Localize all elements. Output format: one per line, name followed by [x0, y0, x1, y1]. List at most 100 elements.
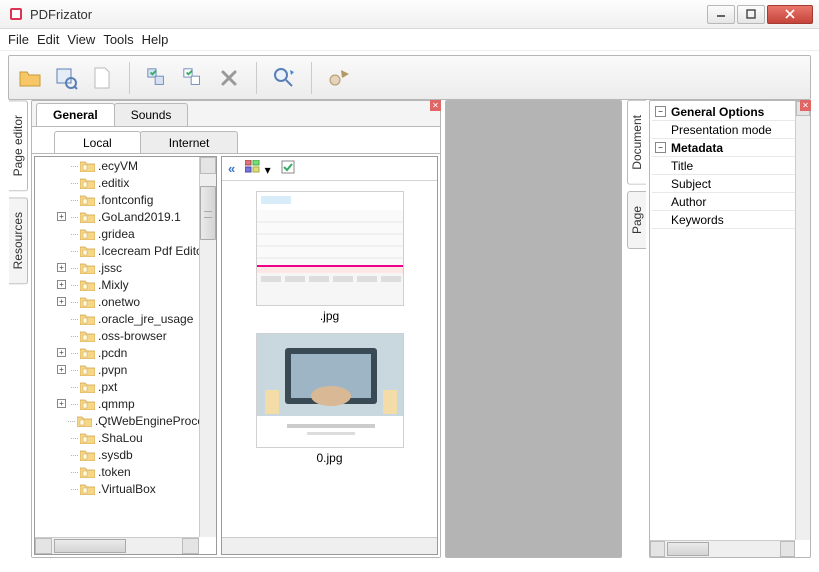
- preview-icon[interactable]: [271, 65, 297, 91]
- expand-icon[interactable]: +: [57, 399, 66, 408]
- prop-subject[interactable]: Subject: [669, 177, 711, 191]
- side-tab-page-editor[interactable]: Page editor: [9, 100, 28, 191]
- menu-file[interactable]: File: [8, 32, 29, 47]
- maximize-button[interactable]: [737, 5, 765, 24]
- back-icon[interactable]: «: [228, 161, 235, 176]
- side-tab-resources[interactable]: Resources: [9, 197, 28, 284]
- tree-item[interactable]: ····.editix: [35, 174, 216, 191]
- tree-item-label: .oss-browser: [98, 329, 167, 343]
- folder-icon: [80, 211, 95, 223]
- expand-icon[interactable]: +: [57, 297, 66, 306]
- folder-icon: [80, 364, 95, 376]
- expand-icon[interactable]: +: [57, 212, 66, 221]
- check-view-icon[interactable]: [281, 160, 295, 177]
- menu-tools[interactable]: Tools: [103, 32, 133, 47]
- thumbnail-caption: .jpg: [240, 309, 419, 323]
- menu-edit[interactable]: Edit: [37, 32, 59, 47]
- folder-icon: [80, 262, 95, 274]
- folder-tree[interactable]: ····.ecyVM····.editix····.fontconfig+···…: [34, 156, 217, 555]
- window-title: PDFrizator: [30, 7, 707, 22]
- tree-item[interactable]: ····.ecyVM: [35, 157, 216, 174]
- tree-item[interactable]: ····.sysdb: [35, 446, 216, 463]
- tab-sounds[interactable]: Sounds: [114, 103, 189, 126]
- new-page-icon[interactable]: [89, 65, 115, 91]
- tree-item[interactable]: ····.VirtualBox: [35, 480, 216, 497]
- tree-item-label: .VirtualBox: [98, 482, 156, 496]
- tree-item[interactable]: ····.QtWebEngineProcess: [35, 412, 216, 429]
- folder-icon: [80, 449, 95, 461]
- toolbar-separator: [129, 62, 130, 94]
- tree-item[interactable]: ····.oss-browser: [35, 327, 216, 344]
- subtab-internet[interactable]: Internet: [140, 131, 239, 154]
- expand-icon[interactable]: +: [57, 280, 66, 289]
- thumbnail-item[interactable]: .jpg: [240, 191, 419, 323]
- minimize-button[interactable]: [707, 5, 735, 24]
- subtab-local[interactable]: Local: [54, 131, 141, 154]
- tree-item[interactable]: +····.Mixly: [35, 276, 216, 293]
- props-vscrollbar[interactable]: [795, 101, 810, 540]
- menubar: File Edit View Tools Help: [0, 29, 819, 51]
- tree-item[interactable]: ····.gridea: [35, 225, 216, 242]
- menu-view[interactable]: View: [67, 32, 95, 47]
- tile-view-icon[interactable]: ▾: [245, 160, 270, 177]
- app-icon: [8, 6, 24, 22]
- tree-item[interactable]: +····.onetwo: [35, 293, 216, 310]
- scan-icon[interactable]: [53, 65, 79, 91]
- scroll-thumb[interactable]: [200, 186, 216, 240]
- tree-hscrollbar[interactable]: [35, 537, 199, 554]
- expand-icon[interactable]: +: [57, 365, 66, 374]
- folder-icon: [80, 296, 95, 308]
- scroll-thumb[interactable]: [54, 539, 126, 553]
- tree-item[interactable]: +····.pcdn: [35, 344, 216, 361]
- prop-title[interactable]: Title: [669, 159, 693, 173]
- deselect-icon[interactable]: [180, 65, 206, 91]
- tree-item[interactable]: ····.Icecream Pdf Editor: [35, 242, 216, 259]
- folder-icon: [80, 245, 95, 257]
- tree-item[interactable]: ····.token: [35, 463, 216, 480]
- tab-general[interactable]: General: [36, 103, 115, 126]
- prop-author[interactable]: Author: [669, 195, 706, 209]
- property-grid[interactable]: −General Options Presentation mode −Meta…: [652, 103, 795, 540]
- tree-item[interactable]: ····.fontconfig: [35, 191, 216, 208]
- close-button[interactable]: [767, 5, 813, 24]
- side-tab-document[interactable]: Document: [627, 100, 646, 185]
- right-side-tabs: Document Page: [626, 100, 647, 558]
- props-hscrollbar[interactable]: [650, 540, 795, 557]
- select-all-icon[interactable]: [144, 65, 170, 91]
- tree-item[interactable]: ····.pxt: [35, 378, 216, 395]
- panel-close-icon[interactable]: ✕: [430, 100, 441, 111]
- tree-item-label: .pvpn: [98, 363, 127, 377]
- thumbnail-item[interactable]: 0.jpg: [240, 333, 419, 465]
- tree-vscrollbar[interactable]: [199, 157, 216, 537]
- folder-icon: [80, 466, 95, 478]
- side-tab-page[interactable]: Page: [627, 191, 646, 249]
- tree-item[interactable]: +····.GoLand2019.1: [35, 208, 216, 225]
- panel-close-icon[interactable]: ✕: [800, 100, 811, 111]
- expand-icon[interactable]: +: [57, 263, 66, 272]
- export-icon[interactable]: [326, 65, 352, 91]
- collapse-icon[interactable]: −: [655, 142, 666, 153]
- tree-item[interactable]: +····.jssc: [35, 259, 216, 276]
- menu-help[interactable]: Help: [142, 32, 169, 47]
- prop-keywords[interactable]: Keywords: [669, 213, 724, 227]
- tree-item[interactable]: +····.qmmp: [35, 395, 216, 412]
- tree-item-label: .GoLand2019.1: [98, 210, 181, 224]
- thumbnail-list[interactable]: .jpg: [222, 181, 437, 537]
- folder-icon: [80, 483, 95, 495]
- thumbnail-caption: 0.jpg: [240, 451, 419, 465]
- tree-item[interactable]: +····.pvpn: [35, 361, 216, 378]
- scroll-thumb[interactable]: [667, 542, 709, 556]
- canvas-area[interactable]: [445, 100, 622, 558]
- tree-item[interactable]: ····.ShaLou: [35, 429, 216, 446]
- prop-presentation-mode[interactable]: Presentation mode: [669, 123, 772, 137]
- tree-item[interactable]: ····.oracle_jre_usage: [35, 310, 216, 327]
- folder-icon: [80, 398, 95, 410]
- delete-icon[interactable]: [216, 65, 242, 91]
- thumbs-hscrollbar[interactable]: [222, 537, 437, 554]
- collapse-icon[interactable]: −: [655, 106, 666, 117]
- prop-category: General Options: [669, 105, 764, 119]
- tree-item-label: .editix: [98, 176, 129, 190]
- properties-panel: ✕ −General Options Presentation mode −Me…: [649, 100, 811, 558]
- expand-icon[interactable]: +: [57, 348, 66, 357]
- open-folder-icon[interactable]: [17, 65, 43, 91]
